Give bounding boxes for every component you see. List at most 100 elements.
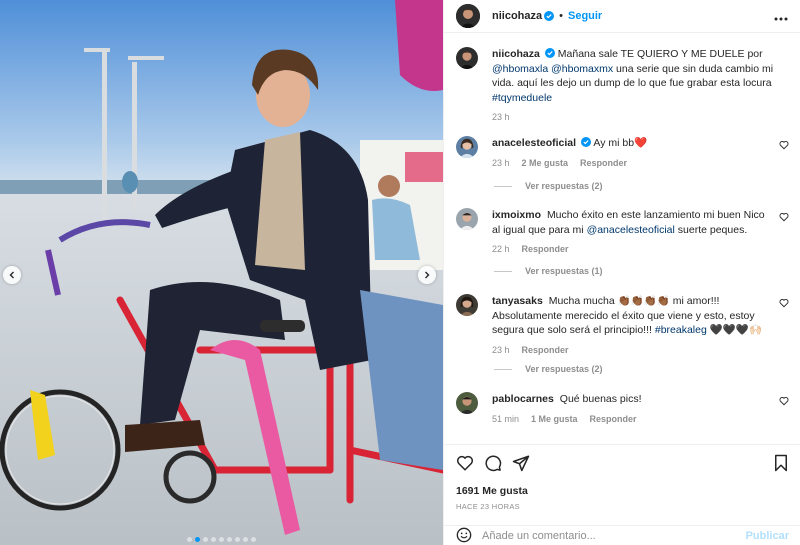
replies-line	[494, 270, 512, 272]
like-button[interactable]	[456, 454, 474, 475]
commenter-username[interactable]: tanyasaks	[492, 295, 543, 307]
carousel-dot	[187, 537, 192, 542]
carousel-dots	[0, 537, 443, 542]
post-details-panel: niicohaza • Seguir niicohaza Mañana sale…	[443, 0, 800, 545]
view-replies-button[interactable]: Ver respuestas (2)	[494, 181, 603, 191]
carousel-dot	[211, 537, 216, 542]
verified-badge-icon	[581, 137, 592, 147]
add-comment-bar: Publicar	[444, 525, 800, 545]
replies-line	[494, 368, 512, 370]
reply-button[interactable]: Responder	[522, 242, 569, 257]
author-avatar[interactable]	[456, 47, 478, 69]
emoji-button[interactable]	[456, 527, 472, 545]
chevron-left-icon	[9, 271, 14, 279]
avatar-image	[456, 4, 480, 28]
commenter-username[interactable]: ixmoixmo	[492, 209, 541, 221]
comment-item: tanyasaks Mucha mucha 👏🏾👏🏾👏🏾👏🏾 mi amor!!…	[456, 294, 789, 357]
avatar-image	[456, 208, 478, 230]
caption-username[interactable]: niicohaza	[492, 48, 540, 60]
caption-time[interactable]: 23 h	[492, 110, 510, 125]
commenter-username[interactable]: anacelesteoficial	[492, 137, 576, 149]
like-comment-button[interactable]	[779, 296, 789, 311]
comment-likes[interactable]: 1 Me gusta	[531, 412, 578, 427]
more-horizontal-icon	[774, 17, 788, 20]
avatar-image	[456, 136, 478, 158]
like-comment-button[interactable]	[779, 210, 789, 225]
avatar-image	[456, 47, 478, 69]
comment-text: Ay mi bb	[593, 137, 635, 149]
post-photo[interactable]	[0, 0, 443, 545]
likes-count[interactable]: 1691 Me gusta	[444, 485, 800, 497]
comments-list[interactable]: niicohaza Mañana sale TE QUIERO Y ME DUE…	[444, 33, 800, 443]
comment-time[interactable]: 23 h	[492, 156, 510, 171]
verified-badge-icon	[544, 11, 555, 21]
caption-text: Mañana sale TE QUIERO Y ME DUELE por	[557, 48, 763, 60]
action-icons	[444, 445, 800, 483]
verified-badge-icon	[544, 48, 555, 58]
comment-icon	[485, 454, 502, 471]
commenter-avatar[interactable]	[456, 136, 478, 158]
save-button[interactable]	[773, 454, 789, 475]
carousel-dot	[251, 537, 256, 542]
carousel-dot	[227, 537, 232, 542]
commenter-username[interactable]: pablocarnes	[492, 393, 554, 405]
heart-emoji: ❤️	[634, 137, 648, 149]
carousel-dot	[203, 537, 208, 542]
reply-button[interactable]: Responder	[580, 156, 627, 171]
comment-text-after: 🖤🖤🖤🙌🏻	[709, 324, 763, 336]
follow-button[interactable]: Seguir	[568, 10, 602, 22]
comment-time[interactable]: 23 h	[492, 343, 510, 358]
view-replies-label: Ver respuestas (2)	[525, 364, 603, 374]
heart-icon	[456, 455, 474, 471]
commenter-avatar[interactable]	[456, 392, 478, 414]
author-avatar[interactable]	[456, 4, 480, 28]
like-comment-button[interactable]	[779, 138, 789, 153]
comment-button[interactable]	[484, 454, 502, 475]
heart-icon	[779, 299, 789, 308]
post-header: niicohaza • Seguir	[444, 0, 800, 33]
more-options-button[interactable]	[774, 9, 788, 24]
next-photo-button[interactable]	[418, 266, 436, 284]
like-comment-button[interactable]	[779, 394, 789, 409]
publish-comment-button[interactable]: Publicar	[746, 530, 789, 542]
reply-button[interactable]: Responder	[590, 412, 637, 427]
comment-likes[interactable]: 2 Me gusta	[522, 156, 569, 171]
comment-item: ixmoixmo Mucho éxito en este lanzamiento…	[456, 208, 789, 257]
view-replies-label: Ver respuestas (2)	[525, 181, 603, 191]
view-replies-label: Ver respuestas (1)	[525, 266, 603, 276]
heart-icon	[779, 141, 789, 150]
view-replies-button[interactable]: Ver respuestas (1)	[494, 266, 603, 276]
author-username[interactable]: niicohaza	[492, 10, 542, 22]
separator: •	[559, 10, 563, 22]
post-image	[0, 0, 443, 545]
post-caption: niicohaza Mañana sale TE QUIERO Y ME DUE…	[456, 47, 789, 125]
avatar-image	[456, 294, 478, 316]
comment-text: Qué buenas pics!	[559, 393, 642, 405]
comment-time[interactable]: 22 h	[492, 242, 510, 257]
comment-item: anacelesteoficial Ay mi bb❤️ 23 h 2 Me g…	[456, 136, 789, 170]
post-actions: 1691 Me gusta HACE 23 HORAS Publicar	[444, 444, 800, 542]
chevron-right-icon	[425, 271, 430, 279]
heart-icon	[779, 397, 789, 406]
replies-line	[494, 185, 512, 187]
mention-link[interactable]: @anacelesteoficial	[587, 224, 675, 236]
carousel-dot	[195, 537, 200, 542]
hashtag-link[interactable]: #breakaleg	[655, 324, 707, 336]
hashtag-link[interactable]: #tqymeduele	[492, 92, 552, 104]
reply-button[interactable]: Responder	[522, 343, 569, 358]
comment-item: pablocarnes Qué buenas pics! 51 min 1 Me…	[456, 392, 789, 426]
comment-input[interactable]	[482, 530, 746, 542]
comment-time[interactable]: 51 min	[492, 412, 519, 427]
share-button[interactable]	[512, 454, 530, 475]
commenter-avatar[interactable]	[456, 208, 478, 230]
heart-icon	[779, 213, 789, 222]
post-timestamp[interactable]: HACE 23 HORAS	[444, 502, 800, 511]
mention-link[interactable]: @hbomaxmx	[551, 63, 613, 75]
comment-text-after: suerte peques.	[677, 223, 748, 236]
previous-photo-button[interactable]	[3, 266, 21, 284]
commenter-avatar[interactable]	[456, 294, 478, 316]
view-replies-button[interactable]: Ver respuestas (2)	[494, 364, 603, 374]
mention-link[interactable]: @hbomaxla	[492, 63, 548, 75]
paper-plane-icon	[512, 455, 530, 471]
carousel-dot	[219, 537, 224, 542]
